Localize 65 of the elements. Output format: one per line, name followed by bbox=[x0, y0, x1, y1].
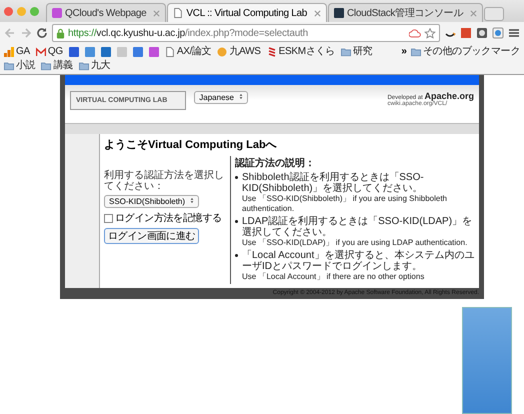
bookmark-icon[interactable] bbox=[84, 45, 95, 58]
help-text: LDAP認証を利用するときは「SSO-KID(LDAP)」を選択してください。 bbox=[242, 216, 474, 238]
prompt-text: 利用する認証方法を選択してください： bbox=[104, 170, 225, 192]
method-select[interactable]: SSO-KID(Shibboleth) bbox=[104, 195, 200, 208]
bookmark-icon[interactable] bbox=[132, 45, 143, 58]
language-select[interactable]: Japanese bbox=[194, 91, 248, 104]
checkbox-label: ログイン方法を記憶する bbox=[115, 212, 222, 225]
browser-tab[interactable]: QCloud's Webpage bbox=[46, 3, 166, 22]
star-icon[interactable] bbox=[424, 28, 436, 38]
bookmark-item[interactable]: 小説 bbox=[4, 59, 36, 72]
bookmark-item[interactable]: QG bbox=[36, 45, 63, 58]
stripe-icon bbox=[266, 46, 277, 56]
help-text: Use 「SSO-KID(LDAP)」 if you are using LDAP authentication. bbox=[242, 238, 468, 248]
updown-icon bbox=[190, 197, 194, 204]
page-icon bbox=[173, 8, 184, 18]
folder-icon bbox=[410, 46, 421, 56]
bookmark-icon[interactable] bbox=[148, 45, 159, 58]
close-button[interactable] bbox=[4, 6, 13, 16]
help-text: 「Local Account」を選択すると、本システム内のユーザIDとパスワードでログインします。 bbox=[242, 250, 475, 272]
bullet-icon bbox=[235, 176, 238, 179]
help-text: Use 「Local Account」 if there are no other options bbox=[242, 272, 426, 282]
folder-icon bbox=[340, 46, 351, 56]
welcome-heading: ようこそVirtual Computing Labへ bbox=[104, 138, 278, 152]
bookmark-item[interactable]: ESKMさくら bbox=[266, 45, 335, 58]
address-field[interactable]: https://vcl.qc.kyushu-u.ac.jp/index.php?mode=selectauth bbox=[52, 24, 440, 42]
reload-icon[interactable] bbox=[36, 27, 48, 39]
bookmark-item[interactable]: 講義 bbox=[41, 59, 73, 72]
bookmark-item[interactable]: 研究 bbox=[340, 45, 372, 58]
page-icon bbox=[164, 46, 175, 56]
apache-logo[interactable]: Apache.org bbox=[424, 91, 474, 101]
other-bookmarks-item[interactable]: その他のブックマーク bbox=[410, 45, 520, 58]
bookmark-item[interactable]: GA bbox=[4, 45, 30, 58]
coin-icon bbox=[217, 46, 228, 56]
bookmark-icon[interactable] bbox=[460, 27, 472, 39]
bullet-icon bbox=[235, 254, 238, 257]
updown-icon bbox=[239, 93, 244, 100]
menu-icon[interactable] bbox=[508, 27, 520, 39]
close-icon[interactable] bbox=[470, 10, 478, 16]
extension-icon[interactable] bbox=[492, 27, 504, 39]
remember-checkbox[interactable] bbox=[104, 214, 113, 222]
close-icon[interactable] bbox=[314, 10, 321, 16]
lock-icon bbox=[56, 28, 65, 38]
chart-icon bbox=[4, 46, 14, 56]
bookmark-item[interactable]: 九大 bbox=[78, 59, 110, 72]
folder-icon bbox=[4, 60, 14, 70]
proceed-button[interactable]: ログイン画面に進む bbox=[104, 228, 200, 244]
browser-tab[interactable]: CloudStack管理コンソール bbox=[328, 3, 484, 22]
bookmark-item[interactable]: AX/論文 bbox=[164, 45, 212, 58]
bookmark-icon[interactable] bbox=[100, 45, 111, 58]
new-tab-button[interactable] bbox=[484, 7, 504, 21]
help-text: Shibboleth認証を利用するときは「SSO-KID(Shibboleth)」を選択してください。 bbox=[242, 172, 425, 194]
browser-tab[interactable]: VCL :: Virtual Computing Lab bbox=[167, 3, 327, 22]
bookmark-icon[interactable] bbox=[68, 45, 79, 58]
url-text: https://vcl.qc.kyushu-u.ac.jp/index.php?mode=selectauth bbox=[68, 28, 309, 38]
bookmark-item[interactable]: 九AWS bbox=[217, 45, 261, 58]
folder-icon bbox=[78, 60, 89, 70]
zoom-button[interactable] bbox=[30, 6, 39, 16]
help-title: 認証方法の説明： bbox=[235, 158, 316, 169]
close-icon[interactable] bbox=[153, 10, 160, 16]
mail-icon bbox=[36, 46, 46, 56]
help-text: Use 「SSO-KID(Shibboleth)」 if you are using Shibboleth authentication. bbox=[242, 194, 448, 214]
bullet-icon bbox=[235, 220, 238, 223]
site-icon bbox=[52, 8, 62, 18]
more-bookmarks-button[interactable]: » bbox=[401, 45, 407, 58]
folder-icon bbox=[41, 60, 52, 70]
